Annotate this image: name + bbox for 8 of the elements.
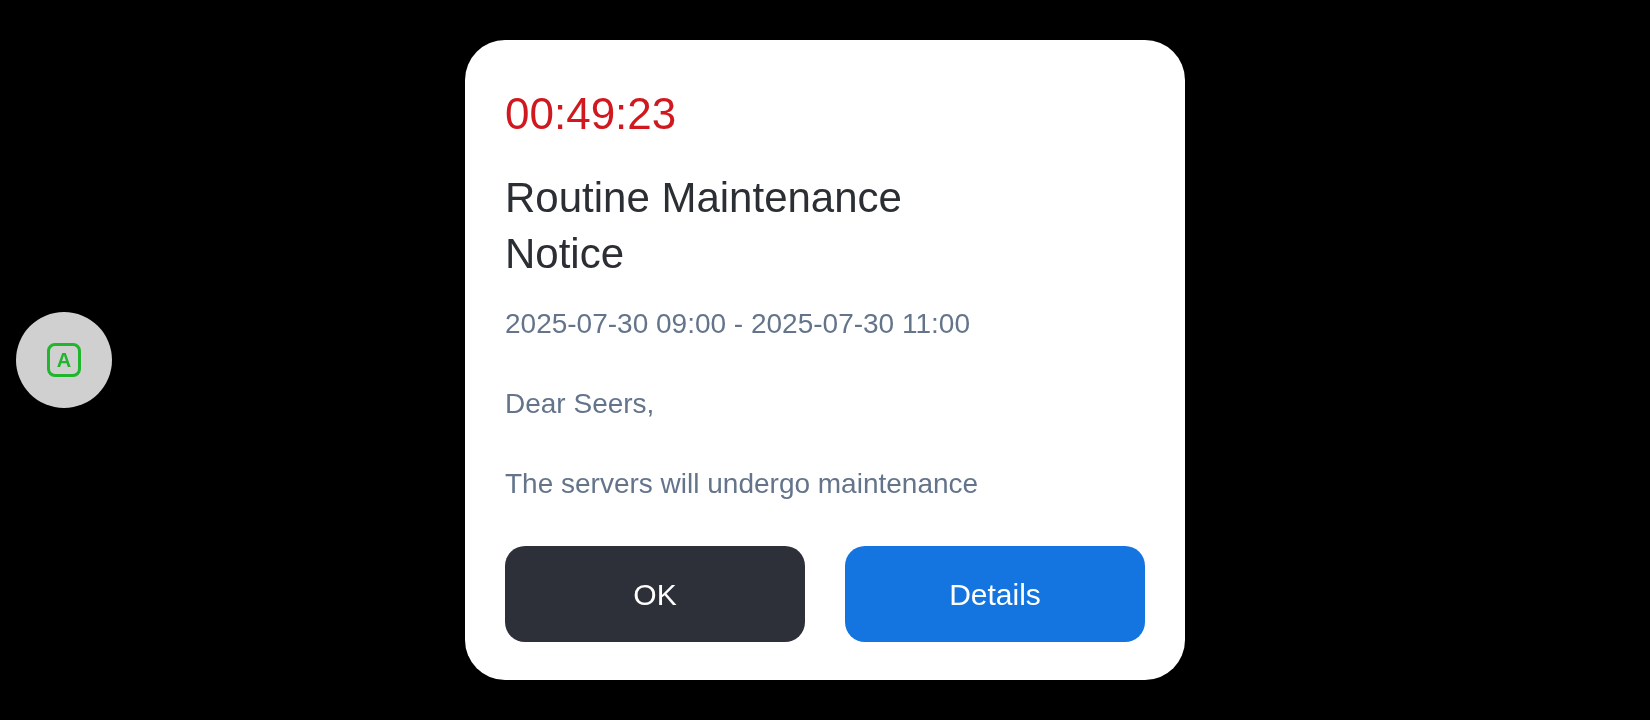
message-text: Dear Seers, (505, 387, 656, 421)
details-button[interactable]: Details (845, 546, 1145, 642)
maintenance-period: 2025-07-30 09:00 - 2025-07-30 11:00 (505, 307, 971, 341)
message-text: The servers will undergo maintenance (505, 467, 980, 501)
countdown-timer: 00:49:23 (505, 88, 678, 140)
dialog-title: Routine Maintenance Notice (505, 173, 903, 279)
letter-icon: A (47, 343, 81, 377)
ok-button[interactable]: OK (505, 546, 805, 642)
